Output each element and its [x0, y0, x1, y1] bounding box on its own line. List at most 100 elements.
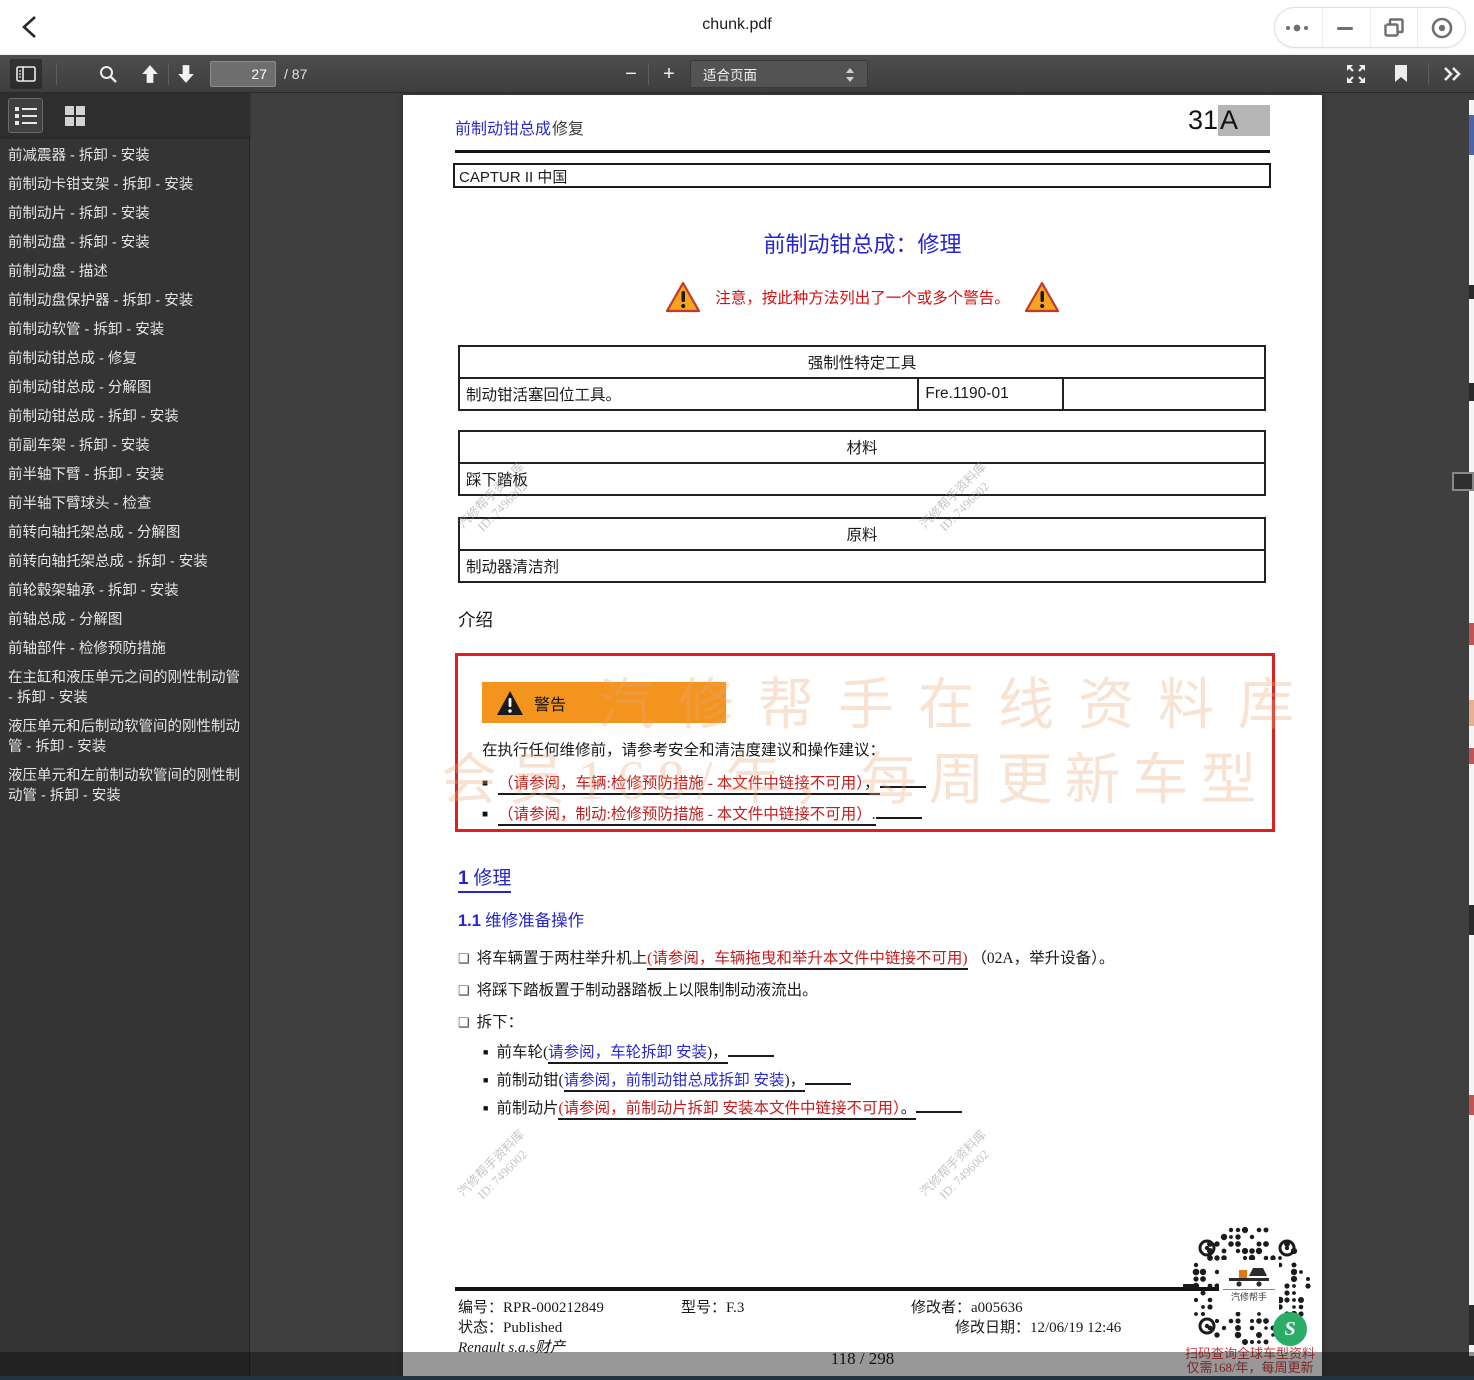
sidebar-toc-item[interactable]: 液压单元和后制动软管间的刚性制动管 - 拆卸 - 安装 [0, 712, 250, 761]
section-code-number: 31 [1188, 105, 1218, 135]
zoom-out-button[interactable]: − [617, 59, 645, 89]
sidebar-toc-item[interactable]: 前制动卡钳支架 - 拆卸 - 安装 [0, 170, 250, 199]
text-segment: )， [707, 1044, 728, 1064]
section-number: 1 [458, 868, 469, 889]
sidebar-toc-item[interactable]: 前减震器 - 拆卸 - 安装 [0, 141, 250, 170]
bookmark-icon[interactable] [1386, 59, 1416, 89]
toolbar-separator [648, 63, 649, 85]
sidebar-toc-item[interactable]: 在主缸和液压单元之间的刚性制动管 - 拆卸 - 安装 [0, 663, 250, 712]
text-segment [876, 805, 922, 819]
intro-heading: 介绍 [458, 607, 493, 632]
minimize-icon[interactable] [1322, 8, 1370, 47]
footer-status: 状态：Published [458, 1316, 562, 1337]
bottom-overlay [0, 1352, 1474, 1376]
procedure-step: 将车辆置于两柱举升机上(请参阅，车辆拖曳和举升本文件中链接不可用) （02A，举… [458, 946, 1114, 968]
table-cell: 踩下踏板 [459, 463, 1265, 495]
doc-link[interactable]: (请参阅，前制动片拆卸 安装本文件中链接不可用） [558, 1100, 900, 1120]
sidebar-toc-item[interactable]: 前转向轴托架总成 - 拆卸 - 安装 [0, 547, 250, 576]
more-tools-icon[interactable] [1436, 59, 1468, 89]
table-cell: 制动器清洁剂 [459, 550, 1265, 582]
table-header: 强制性特定工具 [459, 346, 1265, 378]
select-arrows-icon [845, 67, 855, 83]
section-heading-1: 1 修理 [458, 863, 511, 893]
warning-bullet: （请参阅，车辆:检修预防措施 - 本文件中链接不可用）， [482, 771, 926, 793]
wechat-icon: S [1273, 1312, 1307, 1346]
warning-triangle-icon [496, 690, 524, 716]
sidebar-toc-item[interactable]: 前轴总成 - 分解图 [0, 605, 250, 634]
header-rule [455, 150, 1270, 153]
procedure-substep: 前车轮(请参阅，车轮拆卸 安装)， [483, 1040, 774, 1062]
notice-text: 注意，按此种方法列出了一个或多个警告。 [715, 286, 1010, 308]
sidebar-toc-item[interactable]: 前轴部件 - 检修预防措施 [0, 634, 250, 663]
doc-link[interactable]: （请参阅，车辆:检修预防措施 - 本文件中链接不可用） [498, 775, 864, 795]
document-title: chunk.pdf [0, 16, 1474, 34]
thumbnails-view-icon[interactable] [57, 102, 92, 130]
sidebar-toc-item[interactable]: 液压单元和左前制动软管间的刚性制动管 - 拆卸 - 安装 [0, 761, 250, 810]
warning-triangle-icon [1024, 281, 1060, 313]
zoom-scale-select[interactable]: 适合页面 [690, 60, 868, 88]
sidebar-toc-item[interactable]: 前制动盘 - 描述 [0, 257, 250, 286]
sidebar-toc-item[interactable]: 前轮毂架轴承 - 拆卸 - 安装 [0, 576, 250, 605]
footer-editor: 修改者：a005636 [911, 1296, 1023, 1317]
restore-window-icon[interactable] [1370, 8, 1418, 47]
window-bottom-edge [0, 1376, 1474, 1380]
mandatory-tools-table: 强制性特定工具 制动钳活塞回位工具。 Fre.1190-01 [458, 345, 1266, 411]
vehicle-model-box: CAPTUR II 中国 [453, 163, 1271, 188]
footer-modified-date: 修改日期：12/06/19 12:46 [955, 1316, 1121, 1337]
sidebar-toc-item[interactable]: 前副车架 - 拆卸 - 安装 [0, 431, 250, 460]
zoom-in-button[interactable]: + [655, 59, 683, 89]
sidebar-toc-item[interactable]: 前制动盘 - 拆卸 - 安装 [0, 228, 250, 257]
text-segment [805, 1071, 851, 1085]
sidebar-toc-item[interactable]: 前半轴下臂球头 - 检查 [0, 489, 250, 518]
document-outline-list: 前减震器 - 拆卸 - 安装前制动卡钳支架 - 拆卸 - 安装前制动片 - 拆卸… [0, 141, 250, 1380]
more-options-icon[interactable] [1275, 8, 1322, 47]
table-header: 原料 [459, 518, 1265, 550]
outline-view-icon[interactable] [8, 98, 43, 133]
qr-code: 汽修帮手 S [1183, 1226, 1315, 1358]
materials-table: 材料 踩下踏板 [458, 430, 1266, 496]
close-circle-icon[interactable] [1417, 8, 1465, 47]
procedure-substep: 前制动片(请参阅，前制动片拆卸 安装本文件中链接不可用）。 [483, 1096, 962, 1118]
doc-link[interactable]: 请参阅，前制动钳总成拆卸 安装 [564, 1072, 785, 1092]
search-icon[interactable] [94, 59, 122, 89]
app-titlebar: chunk.pdf [0, 0, 1474, 55]
presentation-mode-icon[interactable] [1340, 59, 1372, 89]
text-segment [728, 1043, 774, 1057]
warning-box: 警告 在执行任何维修前，请参考安全和清洁度建议和操作建议： （请参阅，车辆:检修… [455, 653, 1275, 832]
sidebar-toc-item[interactable]: 前半轴下臂 - 拆卸 - 安装 [0, 460, 250, 489]
sidebar-view-switcher [0, 93, 250, 137]
doc-link[interactable]: （请参阅，制动:检修预防措施 - 本文件中链接不可用） [498, 806, 872, 826]
sidebar-toc-item[interactable]: 前制动钳总成 - 分解图 [0, 373, 250, 402]
adjacent-page-sliver [1469, 100, 1474, 1356]
qr-center-logo: 汽修帮手 [1219, 1260, 1279, 1312]
section-code-highlighted: A [1218, 105, 1270, 136]
scrollbar-thumb[interactable] [1452, 472, 1474, 491]
footer-rule [455, 1287, 1270, 1291]
qr-logo-text: 汽修帮手 [1223, 1289, 1275, 1303]
sidebar-toc-item[interactable]: 前制动盘保护器 - 拆卸 - 安装 [0, 286, 250, 315]
section-number: 1.1 [458, 912, 481, 930]
doc-link[interactable]: 请参阅，车轮拆卸 安装 [548, 1044, 707, 1064]
page-number-input[interactable] [210, 61, 276, 87]
zoom-scale-label: 适合页面 [703, 64, 757, 84]
sidebar-toc-item[interactable]: 前制动钳总成 - 拆卸 - 安装 [0, 402, 250, 431]
table-cell: Fre.1190-01 [918, 378, 1063, 410]
toolbar-separator [1428, 63, 1429, 85]
text-segment: 前制动片 [496, 1100, 558, 1117]
warning-triangle-icon [665, 281, 701, 313]
sidebar-toc-item[interactable]: 前制动软管 - 拆卸 - 安装 [0, 315, 250, 344]
sidebar-toggle-icon[interactable] [10, 59, 42, 89]
footer-doc-number: 编号：RPR-000212849 [458, 1296, 604, 1317]
warning-bullet: （请参阅，制动:检修预防措施 - 本文件中链接不可用）. [482, 802, 922, 824]
warning-intro-text: 在执行任何维修前，请参考安全和清洁度建议和操作建议： [482, 738, 885, 760]
page-header-title: 前制动钳总成 修复 [455, 115, 584, 139]
window-controls [1274, 7, 1466, 48]
sidebar-toc-item[interactable]: 前转向轴托架总成 - 分解图 [0, 518, 250, 547]
sidebar-toc-item[interactable]: 前制动片 - 拆卸 - 安装 [0, 199, 250, 228]
doc-link[interactable]: (请参阅，车辆拖曳和举升本文件中链接不可用) [647, 950, 967, 970]
next-page-icon[interactable] [172, 59, 200, 89]
warning-label: 警告 [534, 691, 566, 715]
procedure-substep: 前制动钳(请参阅，前制动钳总成拆卸 安装)， [483, 1068, 851, 1090]
sidebar-toc-item[interactable]: 前制动钳总成 - 修复 [0, 344, 250, 373]
previous-page-icon[interactable] [136, 59, 164, 89]
